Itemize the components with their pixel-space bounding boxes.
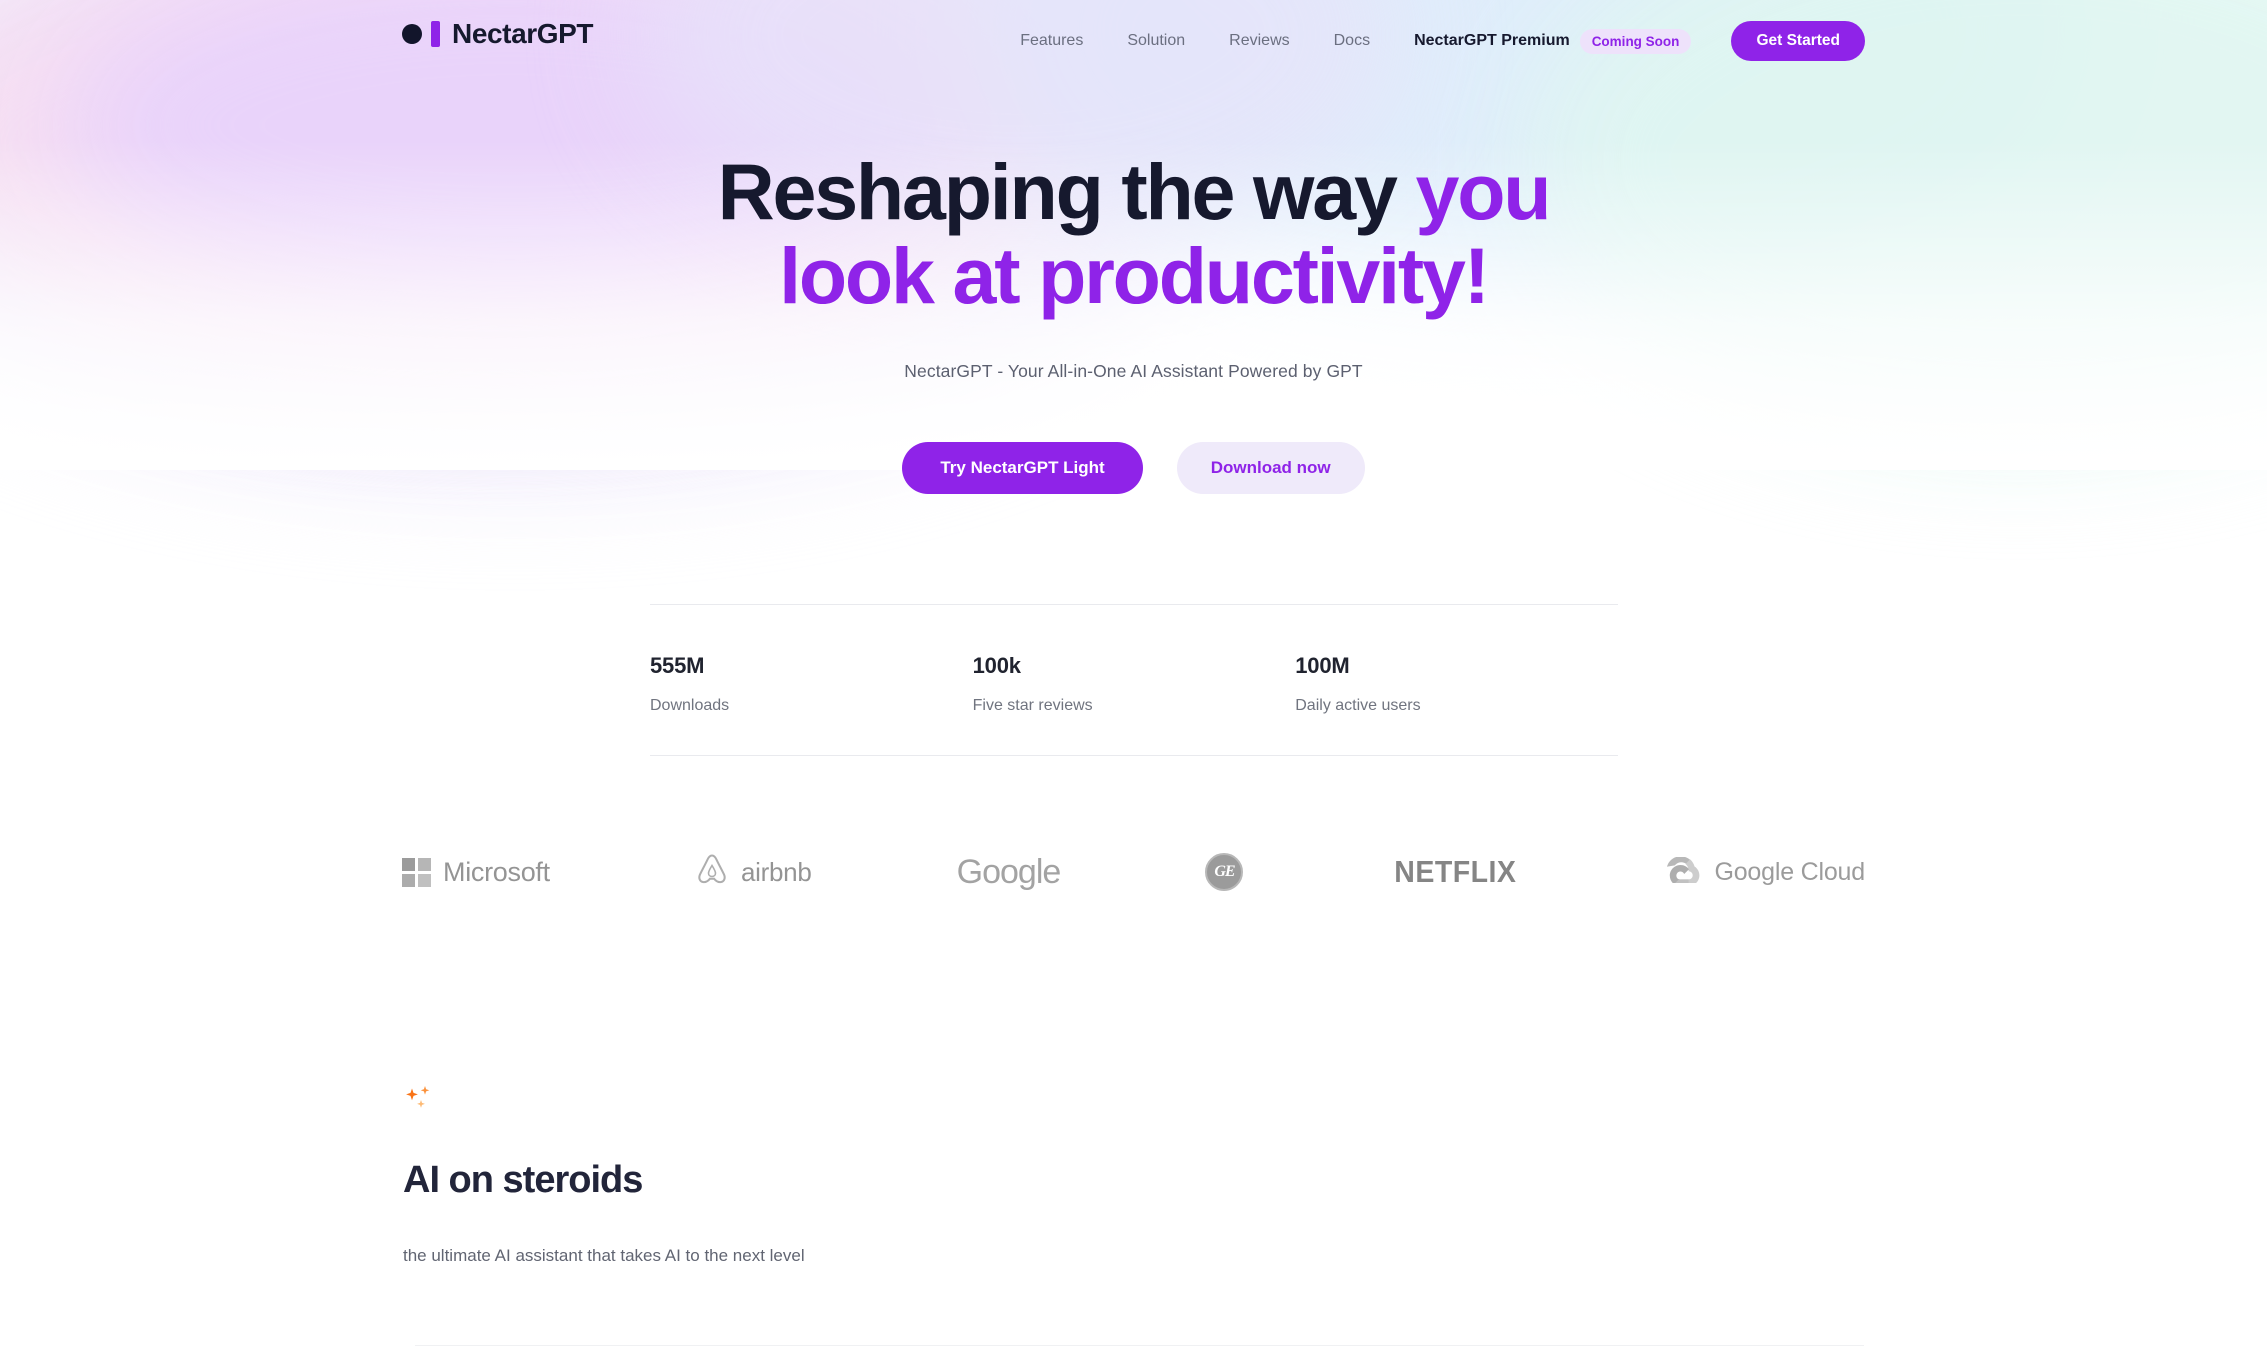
logo-ge: GE bbox=[1205, 853, 1244, 891]
logo-google: Google bbox=[956, 852, 1062, 892]
headline-part-dark: Reshaping the way bbox=[717, 147, 1416, 236]
ge-monogram-label: GE bbox=[1214, 863, 1235, 880]
bar-icon bbox=[431, 21, 440, 47]
feature-bottom-divider bbox=[415, 1345, 1864, 1346]
stat-active-users: 100M Daily active users bbox=[1295, 653, 1618, 715]
sparkle-icon bbox=[403, 1085, 1864, 1119]
stat-label: Daily active users bbox=[1295, 697, 1421, 714]
microsoft-grid-icon bbox=[402, 857, 431, 887]
stats-divider-bottom bbox=[650, 755, 1618, 756]
hero-headline: Reshaping the way you look at productivi… bbox=[0, 150, 2267, 317]
coming-soon-badge: Coming Soon bbox=[1579, 28, 1692, 54]
logo-microsoft: Microsoft bbox=[402, 857, 550, 888]
stat-label: Downloads bbox=[650, 697, 730, 714]
stat-value: 100k bbox=[972, 653, 1021, 678]
get-started-button[interactable]: Get Started bbox=[1731, 21, 1865, 61]
airbnb-belo-icon bbox=[695, 852, 729, 893]
feature-section: AI on steroids the ultimate AI assistant… bbox=[403, 1085, 1864, 1266]
try-nectargpt-light-button[interactable]: Try NectarGPT Light bbox=[902, 442, 1143, 495]
download-now-button[interactable]: Download now bbox=[1176, 442, 1365, 495]
logo-netflix: NETFLIX bbox=[1389, 854, 1522, 890]
logo-label: Google Cloud bbox=[1714, 857, 1865, 886]
ge-monogram-icon: GE bbox=[1205, 853, 1244, 891]
circle-dot-icon bbox=[402, 24, 422, 44]
stat-label: Five star reviews bbox=[972, 697, 1093, 714]
logo-label: airbnb bbox=[741, 856, 812, 887]
nav-item-premium[interactable]: NectarGPT Premium bbox=[1392, 32, 1580, 50]
brand-name: NectarGPT bbox=[452, 18, 594, 49]
hero-cta-group: Try NectarGPT Light Download now bbox=[0, 442, 2267, 495]
stat-downloads: 555M Downloads bbox=[650, 653, 973, 715]
stats-section: 555M Downloads 100k Five star reviews 10… bbox=[650, 604, 1618, 756]
headline-part-accent: you bbox=[1415, 147, 1552, 236]
stats-row: 555M Downloads 100k Five star reviews 10… bbox=[650, 605, 1618, 755]
main-navigation: Features Solution Reviews Docs NectarGPT… bbox=[998, 0, 1865, 82]
google-cloud-icon bbox=[1666, 855, 1702, 888]
nav-item-features[interactable]: Features bbox=[998, 32, 1105, 50]
nav-item-docs[interactable]: Docs bbox=[1312, 32, 1392, 50]
logo-google-cloud: Google Cloud bbox=[1666, 855, 1865, 888]
feature-subtitle: the ultimate AI assistant that takes AI … bbox=[403, 1246, 805, 1265]
logo-airbnb: airbnb bbox=[695, 852, 812, 893]
stat-value: 555M bbox=[650, 653, 705, 678]
site-header: NectarGPT Features Solution Reviews Docs… bbox=[0, 0, 2267, 82]
stat-value: 100M bbox=[1295, 653, 1350, 678]
nav-item-reviews[interactable]: Reviews bbox=[1207, 32, 1311, 50]
stat-reviews: 100k Five star reviews bbox=[973, 653, 1296, 715]
netflix-wordmark-icon: NETFLIX bbox=[1393, 854, 1517, 889]
hero-section: Reshaping the way you look at productivi… bbox=[0, 150, 2267, 495]
feature-heading: AI on steroids bbox=[403, 1159, 643, 1201]
nav-item-solution[interactable]: Solution bbox=[1105, 32, 1207, 50]
hero-subtitle: NectarGPT - Your All-in-One AI Assistant… bbox=[904, 361, 1363, 382]
brand-logo[interactable]: NectarGPT bbox=[402, 18, 594, 50]
partner-logos-row: Microsoft airbnb Google GE NETFLIX Googl… bbox=[402, 840, 1865, 904]
google-wordmark-icon: Google bbox=[956, 852, 1062, 891]
landing-page: NectarGPT Features Solution Reviews Docs… bbox=[0, 0, 2267, 1360]
logo-label: Microsoft bbox=[443, 856, 550, 887]
headline-line-two: look at productivity! bbox=[779, 230, 1490, 320]
